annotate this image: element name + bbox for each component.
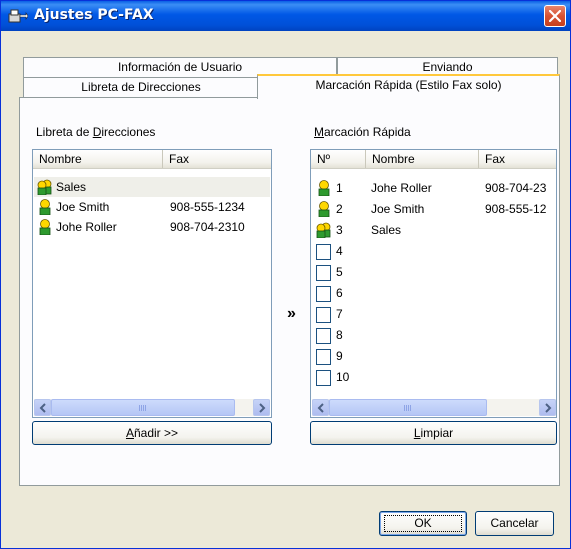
tab-label: Marcación Rápida (Estilo Fax solo) <box>315 78 502 92</box>
chevron-right-icon <box>545 403 552 413</box>
empty-slot-icon <box>316 265 331 281</box>
list-item[interactable]: 1 Johe Roller 908-704-23 <box>312 178 556 198</box>
list-item[interactable]: 9 <box>312 346 556 366</box>
pcfax-settings-dialog: Ajustes PC-FAX Información de Usuario En… <box>0 0 571 549</box>
contact-fax: 908-704-2310 <box>170 220 245 234</box>
list-item[interactable]: 5 <box>312 262 556 282</box>
horizontal-scrollbar[interactable] <box>34 399 270 416</box>
contact-fax: 908-555-1234 <box>170 200 245 214</box>
empty-slot-icon <box>316 286 331 302</box>
person-icon <box>318 180 330 196</box>
column-header-fax[interactable]: Fax <box>479 150 556 168</box>
speed-dial-list[interactable]: Nº Nombre Fax 1 Johe Roller 908-704-23 2… <box>310 149 557 418</box>
address-book-label: Libreta de Direcciones <box>36 125 156 139</box>
column-header-fax[interactable]: Fax <box>163 150 271 168</box>
transfer-arrow: » <box>287 305 296 322</box>
speed-dial-number: 3 <box>336 223 343 237</box>
speed-dial-number: 4 <box>336 244 343 258</box>
scroll-right-button[interactable] <box>253 399 270 416</box>
speed-dial-number: 6 <box>336 286 343 300</box>
speed-dial-fax: 908-704-23 <box>485 181 547 195</box>
person-icon <box>318 201 330 217</box>
speed-dial-number: 9 <box>336 349 343 363</box>
empty-slot-icon <box>316 307 331 323</box>
list-item[interactable]: 10 <box>312 367 556 387</box>
window-title: Ajustes PC-FAX <box>34 7 154 23</box>
list-item[interactable]: Johe Roller 908-704-2310 <box>34 217 270 237</box>
empty-slot-icon <box>316 328 331 344</box>
list-item[interactable]: 6 <box>312 283 556 303</box>
speed-dial-name: Johe Roller <box>371 181 432 195</box>
list-header: Nº Nombre Fax <box>311 150 556 169</box>
ok-button[interactable]: OK <box>379 511 467 536</box>
speed-dial-name: Sales <box>371 223 402 237</box>
group-icon <box>37 179 52 195</box>
fax-app-icon <box>8 9 28 23</box>
column-header-number[interactable]: Nº <box>311 150 366 168</box>
tab-address-book[interactable]: Libreta de Direcciones <box>23 77 259 98</box>
speed-dial-number: 8 <box>336 328 343 342</box>
tab-label: Enviando <box>422 60 473 74</box>
clear-button[interactable]: Limpiar <box>310 421 557 445</box>
speed-dial-number: 1 <box>336 181 343 195</box>
list-item[interactable]: 3 Sales <box>312 220 556 240</box>
close-button[interactable] <box>544 5 566 27</box>
tab-label: Información de Usuario <box>117 60 243 74</box>
person-icon <box>39 219 51 235</box>
list-item[interactable]: 4 <box>312 241 556 261</box>
list-item[interactable]: Joe Smith 908-555-1234 <box>34 197 270 217</box>
horizontal-scrollbar[interactable] <box>312 399 556 416</box>
column-header-name[interactable]: Nombre <box>366 150 479 168</box>
scroll-left-button[interactable] <box>34 399 51 416</box>
chevron-left-icon <box>39 403 46 413</box>
scroll-right-button[interactable] <box>539 399 556 416</box>
cancel-button[interactable]: Cancelar <box>475 511 554 536</box>
speed-dial-number: 10 <box>336 370 350 384</box>
chevron-right-icon <box>259 403 266 413</box>
address-book-list[interactable]: Nombre Fax Sales Joe Smith 908-555-1234 <box>32 149 272 418</box>
tab-speed-dial[interactable]: Marcación Rápida (Estilo Fax solo) <box>257 74 560 99</box>
close-icon <box>549 10 561 22</box>
speed-dial-number: 5 <box>336 265 343 279</box>
speed-dial-name: Joe Smith <box>371 202 425 216</box>
speed-dial-label: Marcación Rápida <box>314 125 411 139</box>
speed-dial-number: 7 <box>336 307 343 321</box>
empty-slot-icon <box>316 244 331 260</box>
title-bar[interactable]: Ajustes PC-FAX <box>1 1 570 31</box>
list-item[interactable]: 7 <box>312 304 556 324</box>
speed-dial-fax: 908-555-12 <box>485 202 547 216</box>
empty-slot-icon <box>316 370 331 386</box>
column-header-name[interactable]: Nombre <box>33 150 163 168</box>
list-header: Nombre Fax <box>33 150 271 169</box>
group-icon <box>316 222 331 238</box>
list-item[interactable]: 8 <box>312 325 556 345</box>
speed-dial-number: 2 <box>336 202 343 216</box>
add-button[interactable]: Añadir >> <box>32 421 272 445</box>
contact-name: Joe Smith <box>56 200 110 214</box>
scroll-thumb[interactable] <box>51 399 235 416</box>
person-icon <box>39 199 51 215</box>
contact-name: Johe Roller <box>56 220 117 234</box>
tab-label: Libreta de Direcciones <box>81 80 201 94</box>
scroll-left-button[interactable] <box>312 399 329 416</box>
scroll-thumb[interactable] <box>329 399 487 416</box>
list-item[interactable]: 2 Joe Smith 908-555-12 <box>312 199 556 219</box>
list-item[interactable]: Sales <box>34 177 270 197</box>
focus-rectangle <box>384 515 462 532</box>
empty-slot-icon <box>316 349 331 365</box>
chevron-left-icon <box>317 403 324 413</box>
contact-name: Sales <box>56 180 87 194</box>
